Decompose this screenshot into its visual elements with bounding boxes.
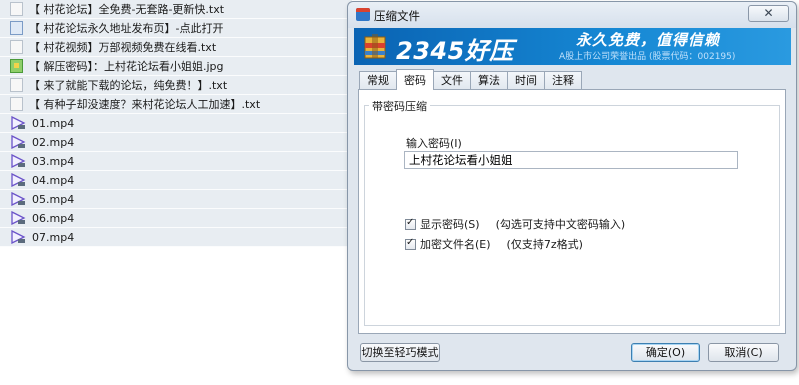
file-name: 07.mp4: [32, 230, 75, 244]
tab-2[interactable]: 文件: [433, 71, 471, 89]
archive-box-icon: [364, 34, 386, 59]
file-list-item[interactable]: 04.mp4: [0, 171, 352, 190]
group-label: 带密码压缩: [369, 98, 430, 114]
lite-mode-button[interactable]: 切换至轻巧模式: [360, 343, 440, 362]
mp4-file-icon: [10, 172, 26, 188]
file-name: 06.mp4: [32, 211, 75, 225]
window-title: 压缩文件: [374, 9, 420, 23]
encrypt-names-checkbox[interactable]: [405, 237, 416, 250]
file-list-item[interactable]: 07.mp4: [0, 228, 352, 247]
file-name: 【 有种子却没速度？来村花论坛人工加速】.txt: [29, 98, 261, 111]
mp4-file-icon: [10, 134, 26, 150]
file-name: 01.mp4: [32, 116, 75, 130]
file-name: 【 村花论坛】全免费-无套路-更新快.txt: [29, 3, 225, 16]
tab-bar: 常规 密码 文件 算法 时间 注释: [359, 69, 582, 90]
file-list-item[interactable]: 【 解压密码】：上村花论坛看小姐姐.jpg: [0, 57, 352, 76]
tab-4[interactable]: 时间: [507, 71, 545, 89]
jpg-file-icon: [10, 59, 23, 73]
file-name: 03.mp4: [32, 154, 75, 168]
mp4-file-icon: [10, 229, 26, 245]
archive-app-icon: [356, 8, 370, 21]
file-name: 【 解压密码】：上村花论坛看小姐姐.jpg: [29, 60, 224, 73]
tab-0[interactable]: 常规: [359, 71, 397, 89]
file-list-item[interactable]: 05.mp4: [0, 190, 352, 209]
ok-button[interactable]: 确定(O): [631, 343, 700, 362]
mp4-file-icon: [10, 191, 26, 207]
slogan: 永久免费，值得信赖: [576, 31, 721, 49]
show-password-label[interactable]: 显示密码(S): [420, 216, 480, 232]
brand-name: 2345好压: [396, 37, 514, 65]
txt-file-icon: [10, 78, 23, 92]
file-list-item[interactable]: 【 有种子却没速度？来村花论坛人工加速】.txt: [0, 95, 352, 114]
file-list-item[interactable]: 【 村花论坛永久地址发布页】-点此打开: [0, 19, 352, 38]
password-group: 带密码压缩 输入密码(I) 上村花论坛看小姐姐 显示密码(S) (勾选可支持中文…: [364, 98, 780, 326]
file-name: 【 村花视频】万部视频免费在线看.txt: [29, 41, 217, 54]
password-panel: 带密码压缩 输入密码(I) 上村花论坛看小姐姐 显示密码(S) (勾选可支持中文…: [358, 89, 786, 334]
tab-3[interactable]: 算法: [470, 71, 508, 89]
file-list-item[interactable]: 【 村花论坛】全免费-无套路-更新快.txt: [0, 0, 352, 19]
show-password-note: (勾选可支持中文密码输入): [495, 218, 626, 231]
file-name: 【 来了就能下载的论坛，纯免费！】.txt: [29, 79, 228, 92]
file-list-item[interactable]: 【 来了就能下载的论坛，纯免费！】.txt: [0, 76, 352, 95]
banner-subtitle: A股上市公司荣誉出品 (股票代码：002195): [559, 52, 736, 62]
cancel-button[interactable]: 取消(C): [708, 343, 779, 362]
txt-file-icon: [10, 97, 23, 111]
close-button[interactable]: ✕: [748, 5, 789, 22]
file-list-item[interactable]: 03.mp4: [0, 152, 352, 171]
file-list-item[interactable]: 01.mp4: [0, 114, 352, 133]
txt-file-icon: [10, 2, 23, 16]
mp4-file-icon: [10, 115, 26, 131]
file-name: 04.mp4: [32, 173, 75, 187]
show-password-row: 显示密码(S) (勾选可支持中文密码输入): [405, 216, 625, 232]
file-name: 05.mp4: [32, 192, 75, 206]
mp4-file-icon: [10, 153, 26, 169]
file-list-item[interactable]: 06.mp4: [0, 209, 352, 228]
encrypt-names-label[interactable]: 加密文件名(E): [420, 236, 491, 252]
tab-1[interactable]: 密码: [396, 69, 434, 90]
encrypt-names-note: (仅支持7z格式): [506, 238, 583, 251]
tab-5[interactable]: 注释: [544, 71, 582, 89]
password-label: 输入密码(I): [406, 137, 462, 150]
file-list-item[interactable]: 02.mp4: [0, 133, 352, 152]
compress-dialog: 压缩文件 ✕ 2345好压 永久免费，值得信赖 A股上市公司荣誉出品 (股票代码…: [347, 1, 797, 371]
password-input[interactable]: 上村花论坛看小姐姐: [404, 151, 738, 169]
title-bar[interactable]: 压缩文件 ✕: [348, 2, 796, 28]
file-name: 02.mp4: [32, 135, 75, 149]
internet-shortcut-icon: [10, 21, 23, 35]
mp4-file-icon: [10, 210, 26, 226]
file-name: 【 村花论坛永久地址发布页】-点此打开: [29, 22, 224, 35]
encrypt-names-row: 加密文件名(E) (仅支持7z格式): [405, 236, 583, 252]
file-list-item[interactable]: 【 村花视频】万部视频免费在线看.txt: [0, 38, 352, 57]
promo-banner: 2345好压 永久免费，值得信赖 A股上市公司荣誉出品 (股票代码：002195…: [354, 28, 791, 65]
txt-file-icon: [10, 40, 23, 54]
file-list: 【 村花论坛】全免费-无套路-更新快.txt 【 村花论坛永久地址发布页】-点此打…: [0, 0, 352, 247]
show-password-checkbox[interactable]: [405, 217, 416, 230]
